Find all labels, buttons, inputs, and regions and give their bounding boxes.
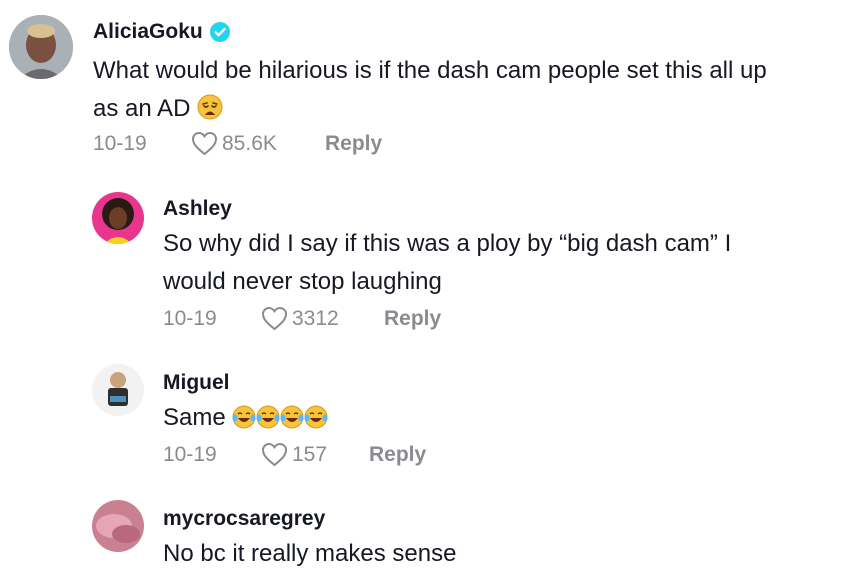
- comment-text: Same: [163, 399, 328, 437]
- avatar-image: [92, 364, 144, 416]
- reply-button[interactable]: Reply: [369, 443, 426, 467]
- comment-mycrocsaregrey: mycrocsaregrey No bc it really makes sen…: [0, 490, 850, 574]
- comment-text-line-1: So why did I say if this was a ploy by “…: [163, 230, 732, 257]
- laughing-crying-face-icon: [256, 405, 280, 429]
- avatar[interactable]: [92, 192, 144, 244]
- laughing-emojis: [232, 404, 328, 431]
- username[interactable]: Ashley: [163, 197, 232, 221]
- like-button[interactable]: 157: [261, 442, 327, 467]
- reply-button[interactable]: Reply: [325, 132, 382, 156]
- comment-aliciagoku: AliciaGoku What would be hilarious is if…: [0, 0, 850, 180]
- comment-date: 10-19: [93, 132, 147, 155]
- comment-text-line-1: No bc it really makes sense: [163, 540, 457, 567]
- like-count: 85.6K: [222, 131, 277, 155]
- heart-icon: [261, 306, 288, 331]
- avatar[interactable]: [9, 15, 73, 79]
- avatar-image: [92, 500, 144, 552]
- like-count: 3312: [292, 306, 339, 330]
- comment-text-line-2: as an AD: [93, 90, 767, 128]
- comment-meta: 10-19 3312 Reply: [163, 307, 563, 333]
- comment-text: What would be hilarious is if the dash c…: [93, 52, 767, 128]
- reply-button[interactable]: Reply: [384, 307, 441, 331]
- heart-icon: [191, 131, 218, 156]
- comment-ashley: Ashley So why did I say if this was a pl…: [0, 180, 850, 350]
- laughing-crying-face-icon: [280, 405, 304, 429]
- comment-meta: 10-19 85.6K Reply: [93, 132, 493, 158]
- comment-date: 10-19: [163, 307, 217, 330]
- heart-icon: [261, 442, 288, 467]
- comment-text-line-1: What would be hilarious is if the dash c…: [93, 57, 767, 84]
- like-button[interactable]: 3312: [261, 306, 339, 331]
- like-count: 157: [292, 442, 328, 466]
- like-button[interactable]: 85.6K: [191, 131, 277, 156]
- comment-text-line-1: Same: [163, 399, 328, 437]
- username[interactable]: AliciaGoku: [93, 20, 203, 44]
- username[interactable]: Miguel: [163, 371, 230, 395]
- comment-text: So why did I say if this was a ploy by “…: [163, 225, 731, 301]
- weary-face-icon: [197, 94, 223, 120]
- username[interactable]: mycrocsaregrey: [163, 507, 325, 531]
- laughing-crying-face-icon: [232, 405, 256, 429]
- verified-badge-icon: [210, 22, 230, 42]
- comment-text: No bc it really makes sense: [163, 535, 456, 573]
- avatar[interactable]: [92, 500, 144, 552]
- comment-text-line-2: would never stop laughing: [163, 268, 442, 295]
- laughing-crying-face-icon: [304, 405, 328, 429]
- comment-date: 10-19: [163, 443, 217, 466]
- comment-miguel: Miguel Same 10-19 157 Reply: [0, 350, 850, 490]
- avatar-image: [9, 15, 73, 79]
- avatar-image: [92, 192, 144, 244]
- comment-meta: 10-19 157 Reply: [163, 443, 563, 469]
- avatar[interactable]: [92, 364, 144, 416]
